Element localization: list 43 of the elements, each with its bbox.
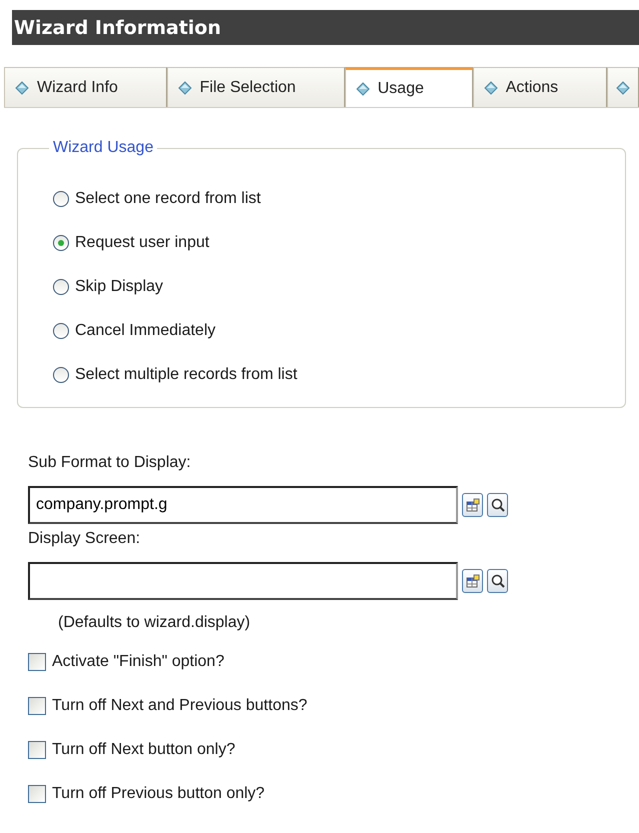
radio-button[interactable]: [53, 235, 69, 251]
table-picker-button[interactable]: [462, 493, 483, 517]
diamond-icon: [178, 80, 192, 94]
checkbox[interactable]: [28, 697, 46, 715]
diamond-icon: [356, 82, 370, 96]
tab[interactable]: File Selection: [166, 67, 345, 107]
checkbox[interactable]: [28, 785, 46, 803]
search-button[interactable]: [487, 493, 508, 517]
table-icon: [464, 573, 480, 589]
search-icon: [490, 573, 506, 589]
checkbox[interactable]: [28, 653, 46, 671]
radio-label: Cancel Immediately: [75, 322, 216, 340]
table-icon: [464, 497, 480, 513]
tab[interactable]: [607, 67, 639, 107]
input-field[interactable]: [28, 562, 458, 600]
table-picker-button[interactable]: [462, 569, 483, 593]
tab[interactable]: Wizard Info: [4, 67, 167, 107]
field-label: Sub Format to Display:: [28, 454, 192, 472]
radio-label: Skip Display: [75, 278, 164, 296]
radio-button[interactable]: [53, 279, 69, 295]
checkbox[interactable]: [28, 741, 46, 759]
radio-button[interactable]: [53, 367, 69, 383]
diamond-icon: [484, 80, 498, 94]
header-title: Wizard Information: [12, 10, 639, 45]
radio-button[interactable]: [53, 191, 69, 207]
search-button[interactable]: [487, 569, 508, 593]
tab[interactable]: Usage: [344, 67, 473, 107]
checkbox-label: Turn off Previous button only?: [52, 785, 265, 803]
checkbox-label: Turn off Next and Previous buttons?: [52, 697, 308, 715]
tab[interactable]: Actions: [472, 67, 607, 107]
radio-button[interactable]: [53, 323, 69, 339]
radio-label: Request user input: [75, 234, 210, 252]
radio-label: Select one record from list: [75, 190, 261, 208]
checkbox-label: Turn off Next button only?: [52, 741, 236, 759]
diamond-icon: [616, 80, 630, 94]
input-field[interactable]: company.prompt.g: [28, 486, 458, 524]
hint-text: (Defaults to wizard.display): [58, 614, 252, 632]
search-icon: [490, 497, 506, 513]
diamond-icon: [15, 80, 29, 94]
radio-label: Select multiple records from list: [75, 366, 298, 384]
checkbox-label: Activate "Finish" option?: [52, 653, 224, 671]
field-label: Display Screen:: [28, 530, 142, 548]
group-legend: Wizard Usage: [49, 139, 158, 157]
